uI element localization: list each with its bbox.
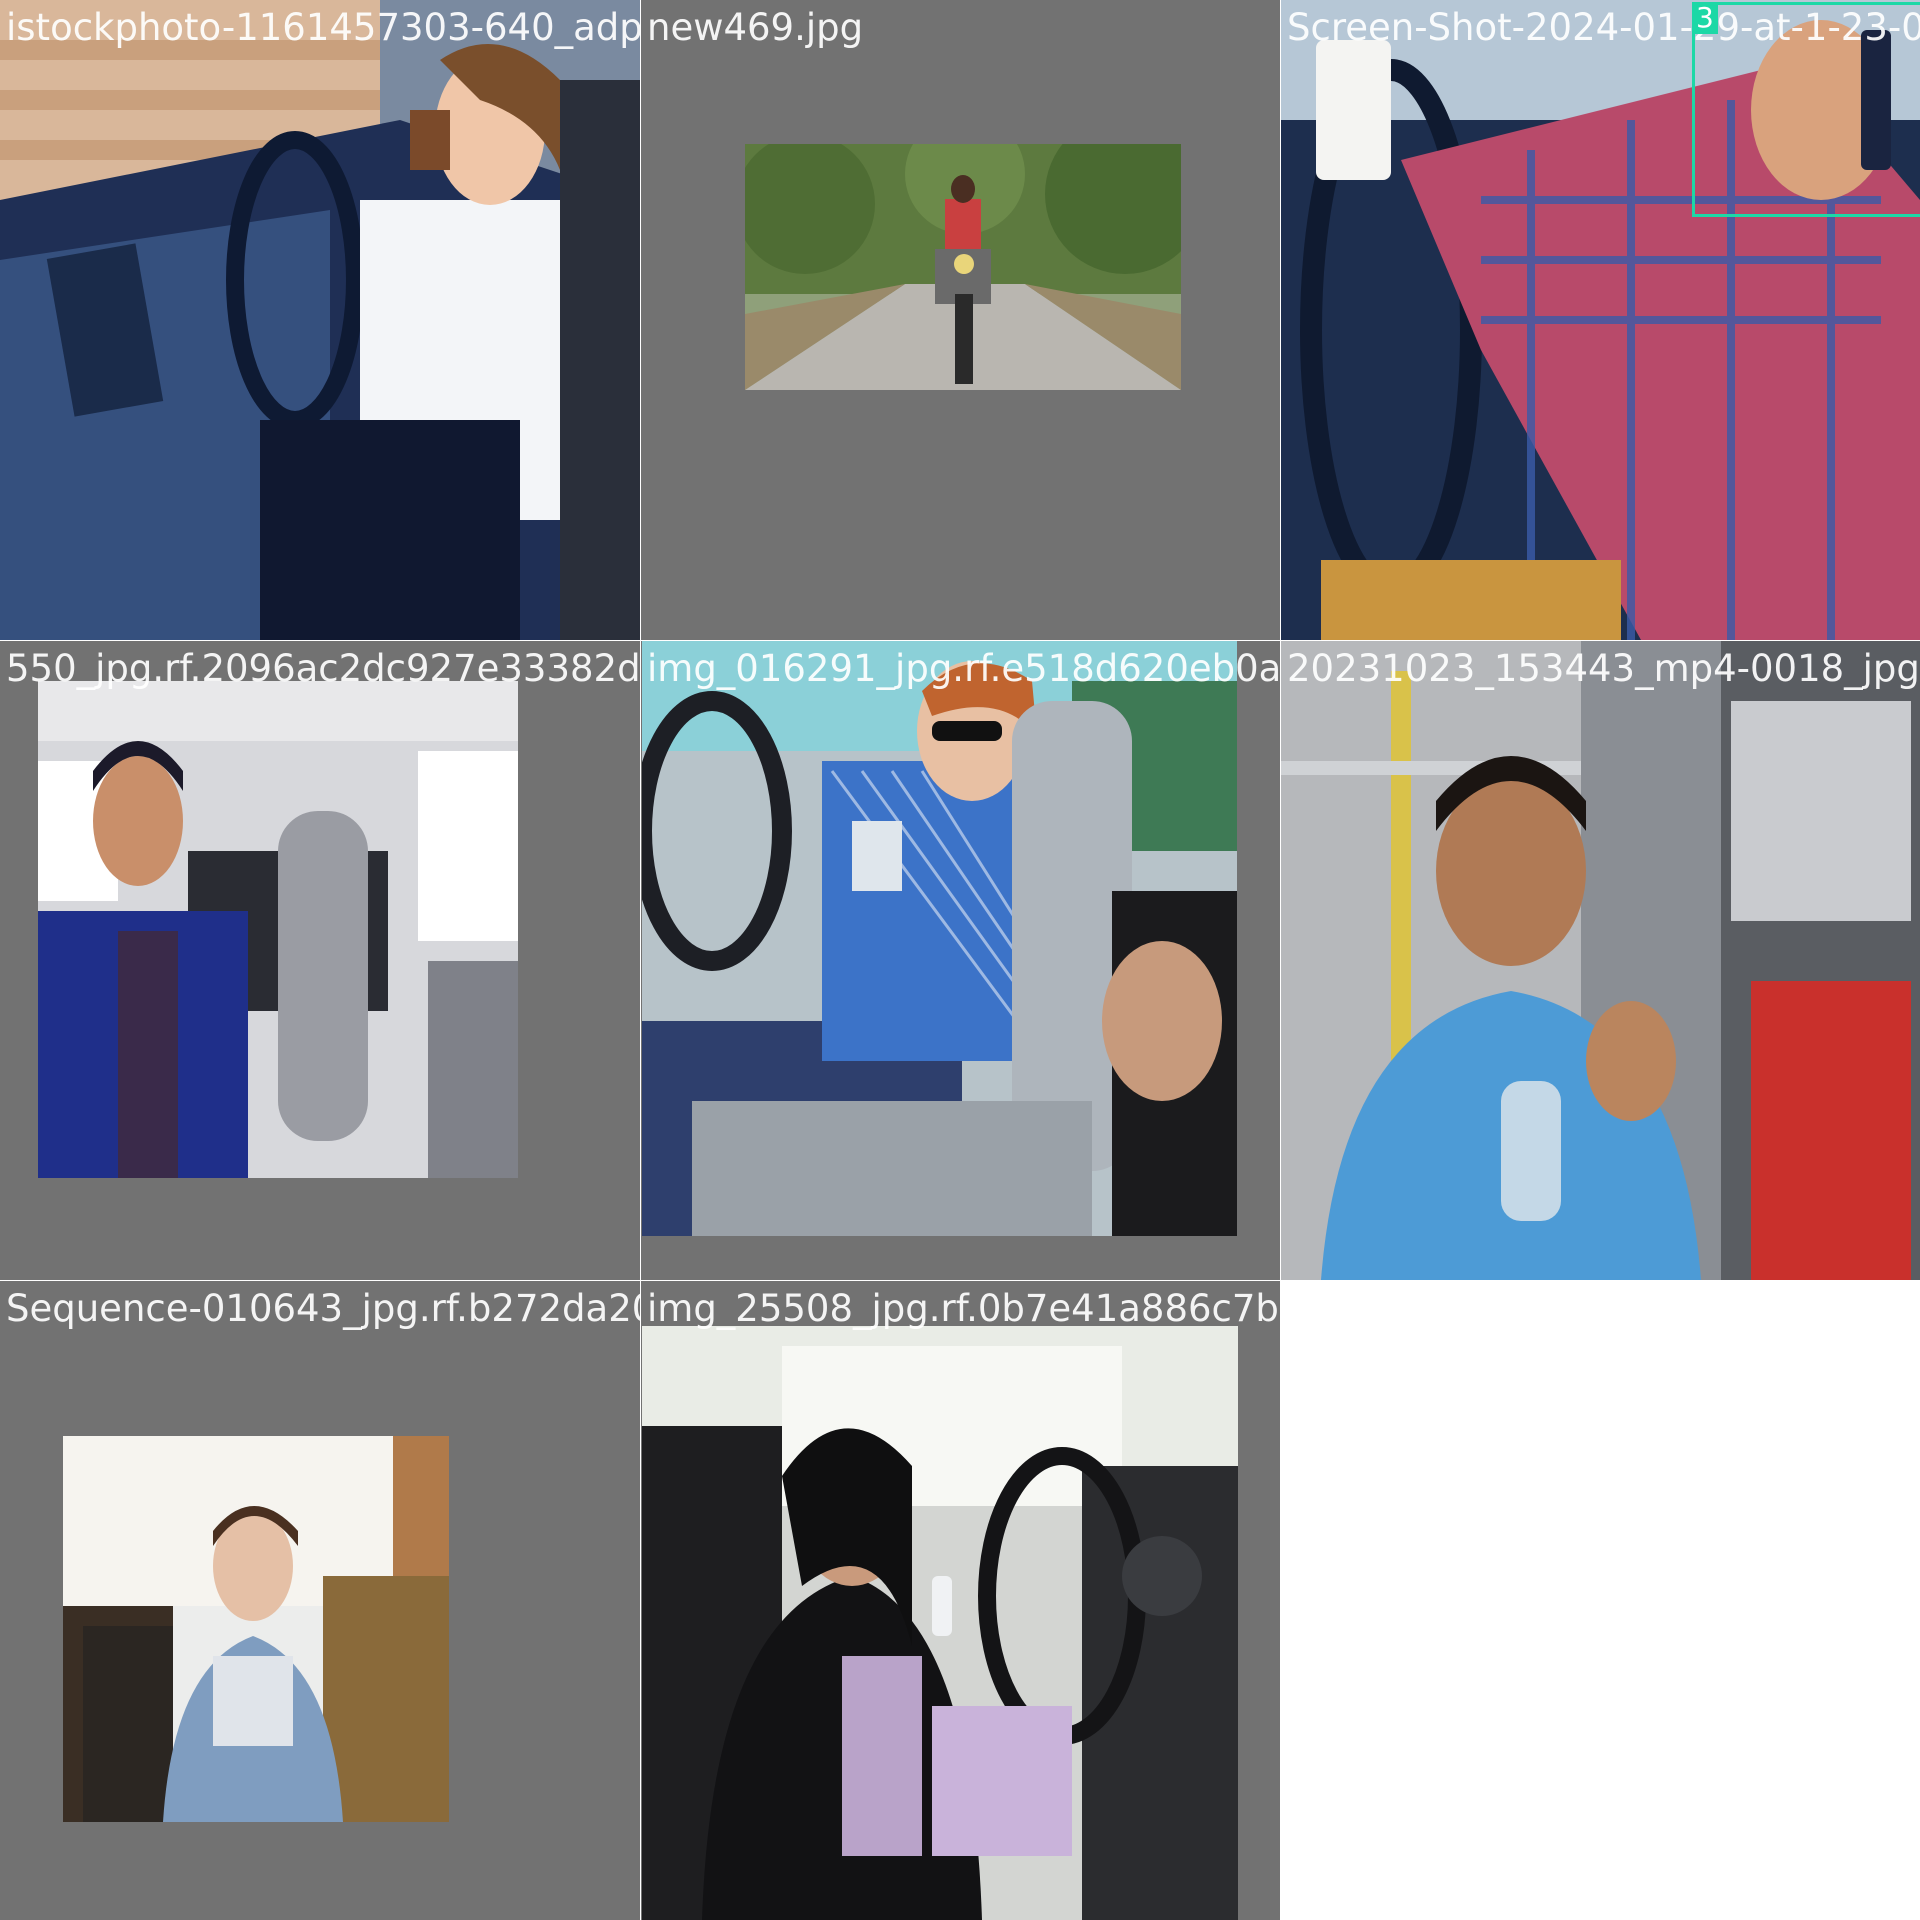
tile-2-caption: new469.jpg <box>647 6 864 49</box>
tile-8-caption: img_25508_jpg.rf.0b7e41a886c7b2ed309b112 <box>647 1287 1280 1330</box>
photo-woman-drinking-driving-art <box>0 0 640 640</box>
tile-1-caption: istockphoto-1161457303-640_adpp_is_mp4.j… <box>6 6 640 49</box>
photo-man-back-seat-art <box>38 681 518 1178</box>
photo-man-sunglasses-drinking <box>642 641 1237 1236</box>
mosaic-tile-1: istockphoto-1161457303-640_adpp_is_mp4.j… <box>0 0 640 640</box>
grid-divider-horizontal-2 <box>0 1280 1281 1281</box>
tile-7-caption: Sequence-010643_jpg.rf.b272da2091d30b2 <box>6 1287 640 1330</box>
photo-motorcycle-rider <box>745 144 1181 390</box>
mosaic-tile-6: 20231023_153443_mp4-0018_jpg.rf. <box>1281 641 1920 1280</box>
mosaic-tile-empty <box>1281 1281 1920 1920</box>
detection-box-phone: 3 <box>1692 2 1920 217</box>
photo-man-back-seat <box>38 681 518 1178</box>
image-mosaic-grid: istockphoto-1161457303-640_adpp_is_mp4.j… <box>0 0 1920 1920</box>
grid-divider-vertical-1 <box>640 0 641 1920</box>
photo-woman-bus-seat <box>63 1436 449 1822</box>
mosaic-tile-5: img_016291_jpg.rf.e518d620eb0a339b26749 <box>641 641 1280 1280</box>
photo-man-bus-bottle <box>1281 641 1920 1280</box>
tile-4-caption: 550_jpg.rf.2096ac2dc927e33382d1dc <box>6 647 640 690</box>
mosaic-tile-4: 550_jpg.rf.2096ac2dc927e33382d1dc <box>0 641 640 1280</box>
tile-6-caption: 20231023_153443_mp4-0018_jpg.rf. <box>1287 647 1920 690</box>
photo-motorcycle-rider-art <box>745 144 1181 390</box>
photo-woman-drinking-driving <box>0 0 640 640</box>
mosaic-tile-8: img_25508_jpg.rf.0b7e41a886c7b2ed309b112 <box>641 1281 1280 1920</box>
photo-woman-bus-seat-art <box>63 1436 449 1822</box>
detection-box-label: 3 <box>1692 2 1718 34</box>
photo-woman-driving-bottle-art <box>642 1326 1238 1920</box>
grid-divider-horizontal-1 <box>0 640 1920 641</box>
mosaic-tile-3: 3 Screen-Shot-2024-01-29-at-1-23-04-A <box>1281 0 1920 640</box>
tile-5-caption: img_016291_jpg.rf.e518d620eb0a339b26749 <box>647 647 1280 690</box>
photo-man-sunglasses-drinking-art <box>642 641 1237 1236</box>
mosaic-tile-2: new469.jpg <box>641 0 1280 640</box>
photo-man-bus-bottle-art <box>1281 641 1920 1280</box>
photo-woman-driving-bottle <box>642 1326 1238 1920</box>
mosaic-tile-7: Sequence-010643_jpg.rf.b272da2091d30b2 <box>0 1281 640 1920</box>
